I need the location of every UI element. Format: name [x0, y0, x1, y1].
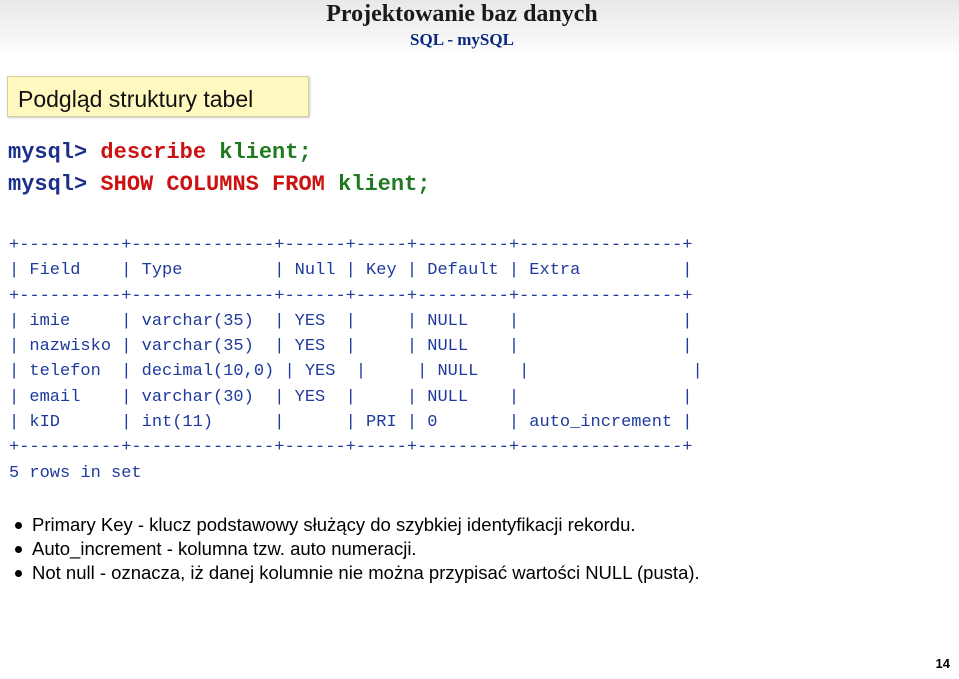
bullet-icon: [15, 522, 22, 529]
section-heading: Podgląd struktury tabel: [18, 86, 254, 112]
sql-keyword: SHOW COLUMNS FROM: [100, 172, 325, 197]
table-row: | imie | varchar(35) | YES | | NULL | |: [9, 311, 693, 331]
statement-terminator: ;: [298, 140, 312, 165]
table-name: klient: [219, 140, 299, 165]
describe-output-table: +----------+--------------+------+-----+…: [9, 233, 703, 486]
table-header-row: | Field | Type | Null | Key | Default | …: [9, 261, 693, 281]
bullet-icon: [15, 570, 22, 577]
note-item: Not null - oznacza, iż danej kolumnie ni…: [14, 561, 700, 585]
sql-keyword: describe: [100, 140, 207, 165]
note-text: Primary Key - klucz podstawowy służący d…: [32, 514, 636, 535]
table-row: | kID | int(11) | | PRI | 0 | auto_incre…: [9, 413, 693, 433]
slide-subtitle: SQL - mySQL: [410, 30, 514, 49]
slide-header: Projektowanie baz danych SQL - mySQL: [0, 0, 959, 58]
statement-terminator: ;: [417, 172, 431, 197]
note-text: Auto_increment - kolumna tzw. auto numer…: [32, 538, 417, 559]
table-row: | email | varchar(30) | YES | | NULL | |: [9, 387, 693, 407]
mysql-prompt: mysql>: [8, 140, 88, 165]
page-number: 14: [935, 656, 950, 671]
mysql-prompt: mysql>: [8, 172, 88, 197]
table-row: | nazwisko | varchar(35) | YES | | NULL …: [9, 337, 693, 357]
rows-count-footer: 5 rows in set: [9, 463, 142, 483]
section-heading-box: Podgląd struktury tabel: [7, 76, 309, 117]
note-item: Auto_increment - kolumna tzw. auto numer…: [14, 537, 700, 561]
slide-title: Projektowanie baz danych: [326, 1, 598, 27]
bullet-icon: [15, 546, 22, 553]
table-border: +----------+--------------+------+-----+…: [9, 236, 693, 255]
note-text: Not null - oznacza, iż danej kolumnie ni…: [32, 562, 700, 583]
sql-command-describe: mysql> describe klient;: [8, 140, 312, 165]
notes-list: Primary Key - klucz podstawowy służący d…: [14, 513, 700, 585]
table-row: | telefon | decimal(10,0) | YES | | NULL…: [9, 362, 703, 382]
table-border: +----------+--------------+------+-----+…: [9, 286, 693, 306]
note-item: Primary Key - klucz podstawowy służący d…: [14, 513, 700, 537]
sql-command-show-columns: mysql> SHOW COLUMNS FROM klient;: [8, 172, 430, 197]
table-border: +----------+--------------+------+-----+…: [9, 438, 693, 458]
table-name: klient: [338, 172, 418, 197]
